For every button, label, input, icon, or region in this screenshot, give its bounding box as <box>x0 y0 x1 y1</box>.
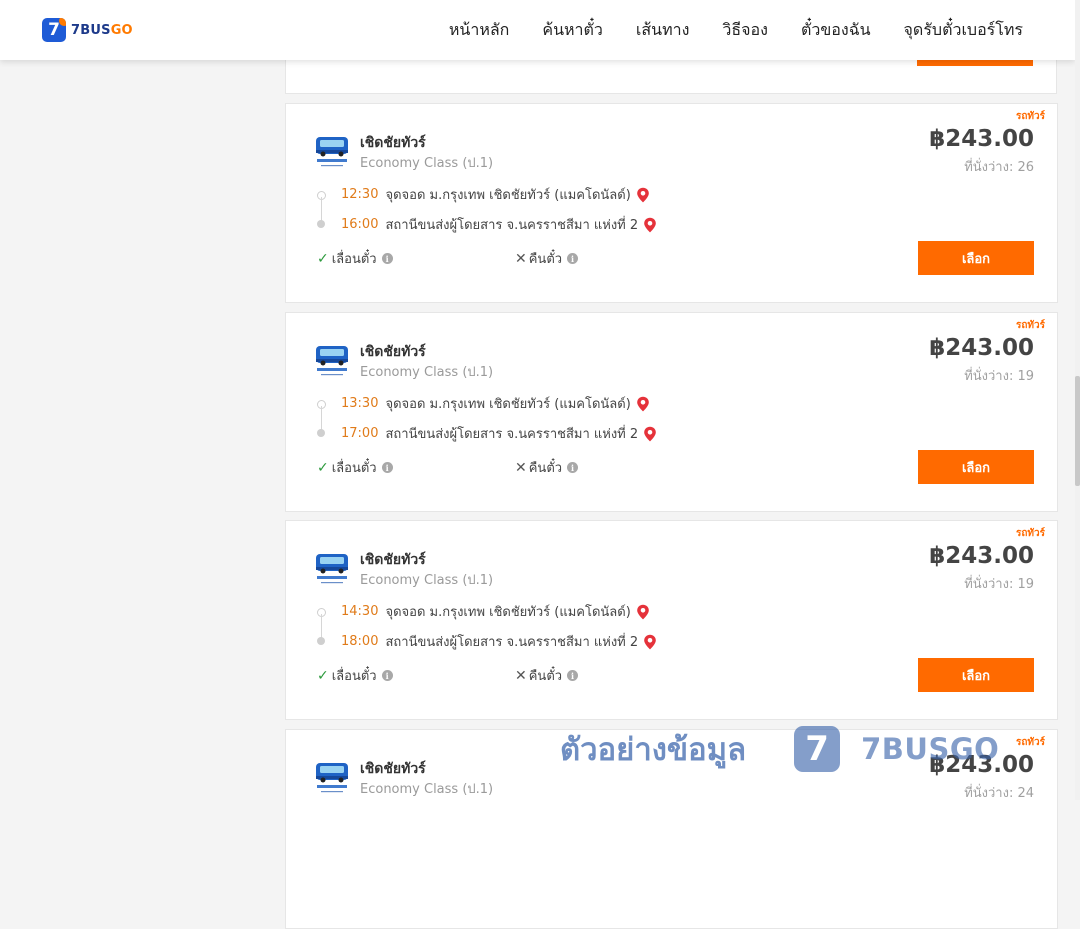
nav-my-tickets[interactable]: ตั๋วของฉัน <box>801 18 871 43</box>
x-icon: ✕ <box>515 667 527 684</box>
refund-ticket-policy: ✕ คืนตั๋ว i <box>515 665 579 686</box>
arrival-time: 18:00 <box>341 634 379 649</box>
arrival-dot-icon <box>317 637 325 645</box>
operator-logo-icon <box>314 341 350 377</box>
nav-search-ticket[interactable]: ค้นหาตั๋ว <box>542 18 603 43</box>
nav-home[interactable]: หน้าหลัก <box>449 18 510 43</box>
select-trip-button[interactable]: เลือก <box>918 658 1034 692</box>
map-pin-icon[interactable] <box>643 634 657 650</box>
info-icon[interactable]: i <box>381 670 393 681</box>
page-scrollbar[interactable] <box>1075 0 1080 800</box>
change-ticket-label: เลื่อนตั๋ว <box>331 669 377 684</box>
change-ticket-policy: ✓ เลื่อนตั๋ว i <box>317 248 393 269</box>
map-pin-icon[interactable] <box>643 217 657 233</box>
check-icon: ✓ <box>317 250 329 267</box>
map-pin-icon[interactable] <box>636 396 650 412</box>
ticket-price: ฿243.00 <box>929 752 1034 778</box>
departure-time: 14:30 <box>341 604 379 619</box>
seats-available: ที่นั่งว่าง: 19 <box>964 369 1034 384</box>
bus-class: Economy Class (ป.1) <box>360 782 494 797</box>
departure-row: 12:30 จุดจอด ม.กรุงเทพ เชิดชัยทัวร์ (แมค… <box>341 184 650 205</box>
departure-place: จุดจอด ม.กรุงเทพ เชิดชัยทัวร์ (แมคโดนัลด… <box>385 397 631 412</box>
map-pin-icon[interactable] <box>636 604 650 620</box>
departure-row: 13:30 จุดจอด ม.กรุงเทพ เชิดชัยทัวร์ (แมค… <box>341 393 650 414</box>
x-icon: ✕ <box>515 250 527 267</box>
operator-logo-icon <box>314 549 350 585</box>
departure-row: 14:30 จุดจอด ม.กรุงเทพ เชิดชัยทัวร์ (แมค… <box>341 601 650 622</box>
arrival-place: สถานีขนส่งผู้โดยสาร จ.นครราชสีมา แห่งที่… <box>385 427 639 442</box>
refund-ticket-label: คืนตั๋ว <box>528 669 563 684</box>
nav-routes[interactable]: เส้นทาง <box>636 18 690 43</box>
arrival-place: สถานีขนส่งผู้โดยสาร จ.นครราชสีมา แห่งที่… <box>385 635 639 650</box>
arrival-row: 16:00 สถานีขนส่งผู้โดยสาร จ.นครราชสีมา แ… <box>341 214 657 235</box>
bus-type-tag: รถทัวร์ <box>1015 111 1045 122</box>
refund-ticket-policy: ✕ คืนตั๋ว i <box>515 248 579 269</box>
nav-how-to-book[interactable]: วิธีจอง <box>722 18 768 43</box>
timeline-line <box>321 406 322 430</box>
operator-name: เชิดชัยทัวร์ <box>360 135 426 151</box>
departure-place: จุดจอด ม.กรุงเทพ เชิดชัยทัวร์ (แมคโดนัลด… <box>385 605 631 620</box>
bus-type-tag: รถทัวร์ <box>1015 737 1045 748</box>
change-ticket-label: เลื่อนตั๋ว <box>331 252 377 267</box>
departure-place: จุดจอด ม.กรุงเทพ เชิดชัยทัวร์ (แมคโดนัลด… <box>385 188 631 203</box>
ticket-price: ฿243.00 <box>929 335 1034 361</box>
arrival-row: 17:00 สถานีขนส่งผู้โดยสาร จ.นครราชสีมา แ… <box>341 423 657 444</box>
departure-time: 13:30 <box>341 396 379 411</box>
timeline-line <box>321 197 322 221</box>
operator-name: เชิดชัยทัวร์ <box>360 344 426 360</box>
operator-logo-icon <box>314 132 350 168</box>
trip-card: รถทัวร์ เชิดชัยทัวร์ Economy Class (ป.1)… <box>285 520 1058 720</box>
bus-class: Economy Class (ป.1) <box>360 573 494 588</box>
logo-badge-icon: 7 <box>42 18 66 42</box>
info-icon[interactable]: i <box>381 462 393 473</box>
bus-type-tag: รถทัวร์ <box>1015 528 1045 539</box>
arrival-time: 17:00 <box>341 426 379 441</box>
ticket-price: ฿243.00 <box>929 543 1034 569</box>
bus-class: Economy Class (ป.1) <box>360 156 494 171</box>
bus-class: Economy Class (ป.1) <box>360 365 494 380</box>
seats-available: ที่นั่งว่าง: 26 <box>964 160 1034 175</box>
logo-text: 7BUSGO <box>71 22 133 38</box>
map-pin-icon[interactable] <box>643 426 657 442</box>
operator-name: เชิดชัยทัวร์ <box>360 552 426 568</box>
nav-ticket-pickup-phone[interactable]: จุดรับตั๋วเบอร์โทร <box>904 18 1023 43</box>
top-header: 7 7BUSGO หน้าหลัก ค้นหาตั๋ว เส้นทาง วิธี… <box>0 0 1075 60</box>
info-icon[interactable]: i <box>567 670 579 681</box>
select-trip-button[interactable]: เลือก <box>918 450 1034 484</box>
arrival-dot-icon <box>317 429 325 437</box>
arrival-place: สถานีขนส่งผู้โดยสาร จ.นครราชสีมา แห่งที่… <box>385 218 639 233</box>
info-icon[interactable]: i <box>567 253 579 264</box>
info-icon[interactable]: i <box>381 253 393 264</box>
scroll-thumb[interactable] <box>1075 376 1080 486</box>
trip-card: รถทัวร์ เชิดชัยทัวร์ Economy Class (ป.1)… <box>285 312 1058 512</box>
check-icon: ✓ <box>317 459 329 476</box>
select-trip-button[interactable]: เลือก <box>918 241 1034 275</box>
info-icon[interactable]: i <box>567 462 579 473</box>
map-pin-icon[interactable] <box>636 187 650 203</box>
change-ticket-policy: ✓ เลื่อนตั๋ว i <box>317 457 393 478</box>
operator-logo-icon <box>314 758 350 794</box>
trip-card: รถทัวร์ เชิดชัยทัวร์ Economy Class (ป.1)… <box>285 103 1058 303</box>
arrival-time: 16:00 <box>341 217 379 232</box>
refund-ticket-label: คืนตั๋ว <box>528 461 563 476</box>
seats-available: ที่นั่งว่าง: 19 <box>964 577 1034 592</box>
change-ticket-policy: ✓ เลื่อนตั๋ว i <box>317 665 393 686</box>
departure-time: 12:30 <box>341 187 379 202</box>
refund-ticket-policy: ✕ คืนตั๋ว i <box>515 457 579 478</box>
arrival-dot-icon <box>317 220 325 228</box>
site-logo[interactable]: 7 7BUSGO <box>42 18 133 42</box>
x-icon: ✕ <box>515 459 527 476</box>
timeline-line <box>321 614 322 638</box>
bus-type-tag: รถทัวร์ <box>1015 320 1045 331</box>
trip-card-partial <box>285 56 1057 94</box>
trip-card: รถทัวร์ เชิดชัยทัวร์ Economy Class (ป.1)… <box>285 729 1058 929</box>
change-ticket-label: เลื่อนตั๋ว <box>331 461 377 476</box>
operator-name: เชิดชัยทัวร์ <box>360 761 426 777</box>
ticket-price: ฿243.00 <box>929 126 1034 152</box>
check-icon: ✓ <box>317 667 329 684</box>
arrival-row: 18:00 สถานีขนส่งผู้โดยสาร จ.นครราชสีมา แ… <box>341 631 657 652</box>
main-nav: หน้าหลัก ค้นหาตั๋ว เส้นทาง วิธีจอง ตั๋วข… <box>416 0 1023 60</box>
refund-ticket-label: คืนตั๋ว <box>528 252 563 267</box>
